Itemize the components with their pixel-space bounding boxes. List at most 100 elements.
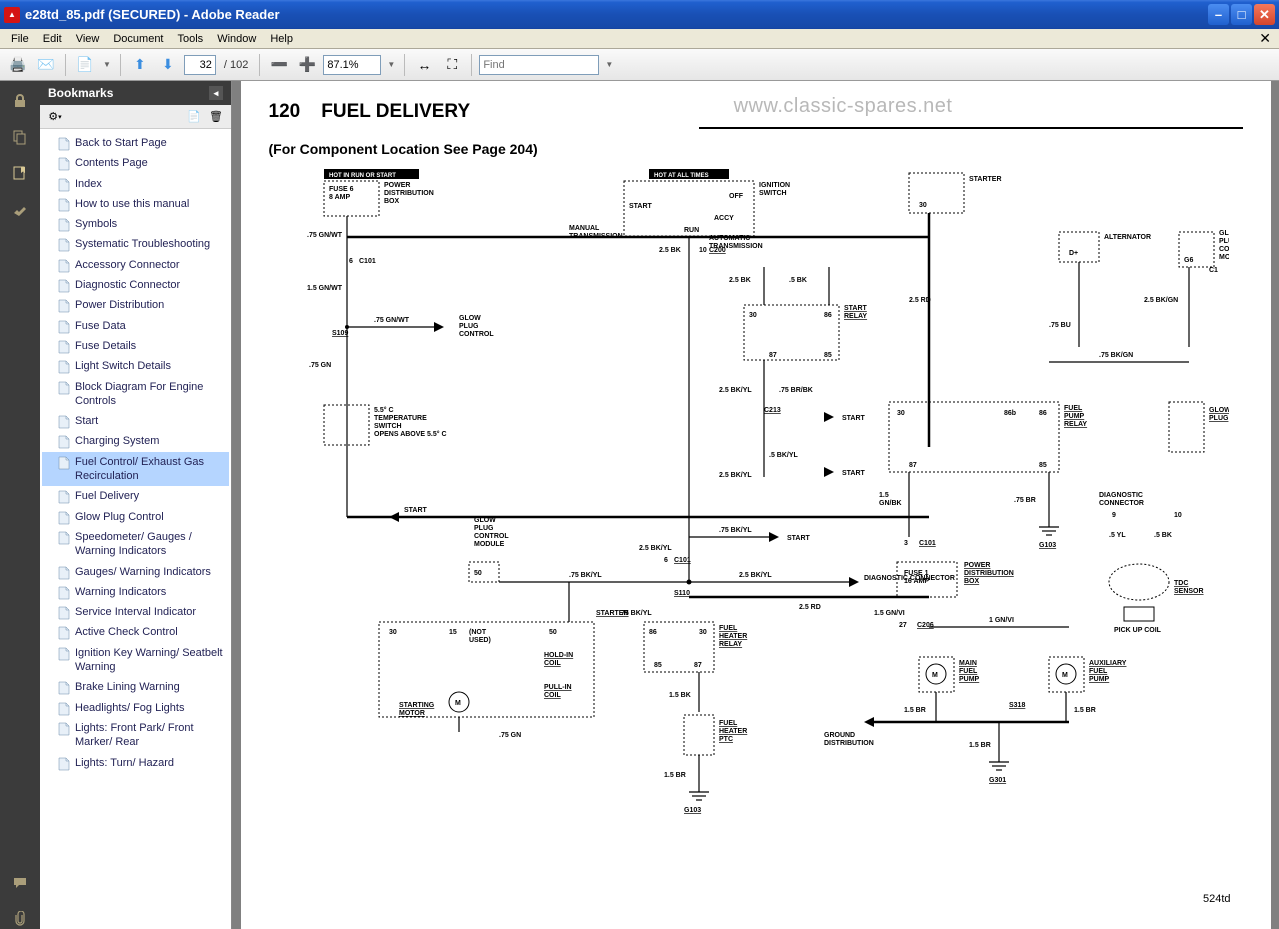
bookmark-item[interactable]: Charging System <box>42 431 229 451</box>
page-number: 120 <box>269 101 301 123</box>
minimize-button[interactable]: – <box>1208 4 1229 25</box>
page-title: FUEL DELIVERY <box>321 101 470 123</box>
bookmark-item[interactable]: Fuse Details <box>42 336 229 356</box>
bookmark-item[interactable]: Symbols <box>42 214 229 234</box>
bookmark-page-icon <box>58 511 70 523</box>
bookmarks-new-button[interactable]: 📄 <box>185 108 203 126</box>
bookmark-page-icon <box>58 157 70 169</box>
bookmark-item[interactable]: Headlights/ Fog Lights <box>42 698 229 718</box>
bookmark-item[interactable]: Lights: Turn/ Hazard <box>42 753 229 773</box>
menu-window[interactable]: Window <box>210 31 263 47</box>
bookmark-item[interactable]: Back to Start Page <box>42 133 229 153</box>
bookmarks-icon[interactable] <box>10 163 30 183</box>
attachments-icon[interactable] <box>10 909 30 929</box>
svg-text:87: 87 <box>769 352 777 359</box>
collapse-panel-button[interactable]: ◂ <box>209 86 223 100</box>
bookmark-item[interactable]: Fuel Delivery <box>42 486 229 506</box>
menu-view[interactable]: View <box>69 31 107 47</box>
bookmark-label: Systematic Troubleshooting <box>75 237 225 251</box>
bookmark-item[interactable]: Fuel Control/ Exhaust Gas Recirculation <box>42 452 229 487</box>
document-viewer[interactable]: www.classic-spares.net 120 FUEL DELIVERY… <box>232 81 1279 929</box>
menu-document[interactable]: Document <box>106 31 170 47</box>
zoom-out-button[interactable]: ➖ <box>267 53 291 77</box>
svg-text:ACCY: ACCY <box>714 215 734 222</box>
bookmark-label: Fuel Control/ Exhaust Gas Recirculation <box>75 455 225 484</box>
menu-tools[interactable]: Tools <box>171 31 211 47</box>
menu-edit[interactable]: Edit <box>36 31 69 47</box>
fit-width-button[interactable]: ↔ <box>412 53 436 77</box>
menu-file[interactable]: File <box>4 31 36 47</box>
page-up-button[interactable]: ⬆ <box>128 53 152 77</box>
svg-text:G103: G103 <box>684 807 701 814</box>
lock-icon[interactable] <box>10 91 30 111</box>
fit-page-button[interactable]: ⛶ <box>440 53 464 77</box>
bookmark-item[interactable]: Warning Indicators <box>42 582 229 602</box>
bookmark-item[interactable]: Brake Lining Warning <box>42 677 229 697</box>
svg-text:30: 30 <box>897 410 905 417</box>
svg-text:1.5 GN/VI: 1.5 GN/VI <box>874 610 905 617</box>
svg-text:3: 3 <box>904 540 908 547</box>
print-button[interactable]: 🖨️ <box>6 53 30 77</box>
bookmark-item[interactable]: Service Interval Indicator <box>42 602 229 622</box>
bookmark-item[interactable]: Fuse Data <box>42 316 229 336</box>
svg-text:IGNITIONSWITCH: IGNITIONSWITCH <box>759 182 790 197</box>
page-down-button[interactable]: ⬇ <box>156 53 180 77</box>
bookmarks-options-button[interactable]: ⚙▾ <box>46 108 64 126</box>
bookmark-item[interactable]: Contents Page <box>42 153 229 173</box>
bookmark-item[interactable]: Glow Plug Control <box>42 507 229 527</box>
bookmark-item[interactable]: Power Distribution <box>42 295 229 315</box>
bookmarks-list[interactable]: Back to Start PageContents PageIndexHow … <box>40 129 231 929</box>
email-button[interactable]: ✉️ <box>34 53 58 77</box>
maximize-button[interactable]: □ <box>1231 4 1252 25</box>
main-area: Bookmarks ◂ ⚙▾ 📄 🗑 Back to Start PageCon… <box>0 81 1279 929</box>
signatures-icon[interactable] <box>10 199 30 219</box>
menu-help[interactable]: Help <box>263 31 300 47</box>
page-number-input[interactable] <box>184 55 216 75</box>
bookmark-item[interactable]: Start <box>42 411 229 431</box>
bookmark-item[interactable]: Ignition Key Warning/ Seatbelt Warning <box>42 643 229 678</box>
pages-button[interactable]: 📄 <box>73 53 97 77</box>
comments-icon[interactable] <box>10 873 30 893</box>
bookmarks-delete-button[interactable]: 🗑 <box>207 108 225 126</box>
bookmark-item[interactable]: Diagnostic Connector <box>42 275 229 295</box>
svg-text:S318: S318 <box>1009 702 1025 709</box>
chevron-down-icon[interactable]: ▼ <box>385 60 397 69</box>
bookmark-item[interactable]: Index <box>42 174 229 194</box>
zoom-in-button[interactable]: ➕ <box>295 53 319 77</box>
chevron-down-icon[interactable]: ▼ <box>603 60 615 69</box>
menu-close-doc[interactable]: ✕ <box>1255 30 1275 47</box>
bookmark-item[interactable]: Lights: Front Park/ Front Marker/ Rear <box>42 718 229 753</box>
bookmark-item[interactable]: Light Switch Details <box>42 356 229 376</box>
svg-text:C101: C101 <box>919 540 936 547</box>
svg-text:86: 86 <box>649 629 657 636</box>
svg-text:.75 GN/WT: .75 GN/WT <box>374 317 410 324</box>
svg-text:C101: C101 <box>359 258 376 265</box>
bookmark-item[interactable]: Active Check Control <box>42 622 229 642</box>
svg-text:1.5 BR: 1.5 BR <box>904 707 926 714</box>
bookmark-label: Power Distribution <box>75 298 225 312</box>
bookmark-item[interactable]: Speedometer/ Gauges / Warning Indicators <box>42 527 229 562</box>
find-input[interactable] <box>479 55 599 75</box>
svg-text:FUELHEATERPTC: FUELHEATERPTC <box>719 720 747 743</box>
toolbar-sep <box>120 54 121 76</box>
svg-text:C200: C200 <box>709 247 726 254</box>
bookmark-page-icon <box>58 178 70 190</box>
chevron-down-icon[interactable]: ▼ <box>101 60 113 69</box>
bookmark-item[interactable]: Block Diagram For Engine Controls <box>42 377 229 412</box>
close-button[interactable]: ✕ <box>1254 4 1275 25</box>
bookmark-page-icon <box>58 259 70 271</box>
bookmark-item[interactable]: How to use this manual <box>42 194 229 214</box>
bookmark-label: Fuse Data <box>75 319 225 333</box>
bookmark-item[interactable]: Gauges/ Warning Indicators <box>42 562 229 582</box>
zoom-input[interactable] <box>323 55 381 75</box>
pages-icon[interactable] <box>10 127 30 147</box>
svg-text:30: 30 <box>699 629 707 636</box>
pdf-page: www.classic-spares.net 120 FUEL DELIVERY… <box>241 81 1271 929</box>
svg-text:TDCSENSOR: TDCSENSOR <box>1174 580 1204 595</box>
bookmark-item[interactable]: Accessory Connector <box>42 255 229 275</box>
bookmarks-header: Bookmarks ◂ <box>40 81 231 105</box>
svg-text:START: START <box>404 507 428 514</box>
menubar: File Edit View Document Tools Window Hel… <box>0 29 1279 49</box>
bookmark-item[interactable]: Systematic Troubleshooting <box>42 234 229 254</box>
svg-text:C101: C101 <box>674 557 691 564</box>
